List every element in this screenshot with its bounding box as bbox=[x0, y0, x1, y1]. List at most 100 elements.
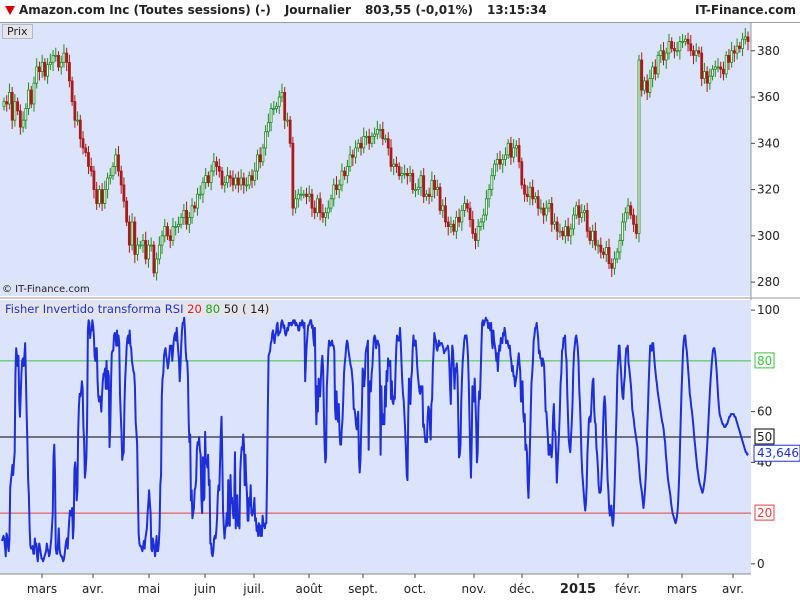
candle-body bbox=[283, 92, 287, 121]
candle-body bbox=[430, 179, 434, 197]
candle-body bbox=[84, 147, 88, 153]
candle-body bbox=[738, 45, 742, 49]
candle-body bbox=[487, 189, 491, 200]
candle-body bbox=[433, 179, 436, 190]
candle-body bbox=[743, 36, 747, 40]
candle-body bbox=[171, 226, 175, 241]
candle-body bbox=[607, 247, 611, 265]
candle-body bbox=[629, 205, 633, 216]
candle-body bbox=[730, 50, 734, 63]
candle-body bbox=[32, 82, 36, 105]
candle-body bbox=[555, 221, 559, 232]
x-tick-label: févr. bbox=[615, 582, 641, 596]
candle-body bbox=[359, 142, 363, 149]
candle-body bbox=[517, 145, 521, 163]
candle-body bbox=[100, 189, 104, 204]
candle-body bbox=[705, 71, 709, 84]
candle-body bbox=[272, 108, 276, 111]
candle-body bbox=[438, 186, 442, 211]
ind-y-tick-label: 0 bbox=[757, 557, 765, 571]
candle-body bbox=[13, 101, 17, 121]
candle-body bbox=[21, 119, 25, 128]
candle-body bbox=[157, 244, 161, 260]
watermark: © IT-Finance.com bbox=[2, 284, 90, 295]
candle-body bbox=[198, 193, 202, 196]
x-axis: mars avr. mai juin juil. août sept. oct. nov. déc… bbox=[0, 573, 751, 597]
candle-body bbox=[683, 38, 687, 42]
candle-body bbox=[343, 170, 347, 177]
candle-body bbox=[384, 138, 387, 141]
candle-body bbox=[708, 75, 712, 84]
candle-body bbox=[441, 205, 445, 211]
indicator-label[interactable]: Fisher Invertido transforma RSI 20 80 50… bbox=[2, 302, 273, 316]
candle-body bbox=[457, 216, 461, 223]
candle-body bbox=[449, 223, 453, 227]
candle-body bbox=[670, 41, 674, 49]
candle-body bbox=[673, 48, 676, 52]
candle-body bbox=[719, 66, 723, 70]
candle-body bbox=[310, 193, 314, 209]
indicator-param-low: 20 bbox=[187, 302, 202, 316]
candle-body bbox=[596, 244, 600, 247]
price-panel-label[interactable]: Prix bbox=[2, 24, 33, 39]
candle-body bbox=[602, 251, 605, 255]
candle-body bbox=[286, 119, 289, 122]
candle-body bbox=[152, 244, 156, 274]
candle-body bbox=[659, 50, 663, 56]
candle-body bbox=[664, 52, 668, 61]
chart-canvas: 280300320340360380 0406010020508043,646 … bbox=[0, 23, 800, 597]
level-tag-label-80: 80 bbox=[757, 354, 772, 368]
candle-body bbox=[185, 209, 188, 225]
candle-body bbox=[302, 193, 306, 196]
candle-body bbox=[648, 78, 652, 93]
candle-body bbox=[2, 101, 6, 107]
candle-body bbox=[76, 119, 79, 122]
candle-body bbox=[27, 89, 30, 110]
candle-body bbox=[566, 226, 570, 237]
candle-body bbox=[381, 129, 385, 140]
candle-body bbox=[97, 189, 101, 204]
candle-body bbox=[610, 263, 614, 269]
candle-body bbox=[245, 184, 248, 187]
candle-body bbox=[534, 196, 537, 200]
candle-body bbox=[318, 198, 322, 214]
candle-body bbox=[144, 240, 148, 260]
candle-body bbox=[713, 66, 717, 70]
candle-body bbox=[81, 138, 85, 149]
candle-body bbox=[378, 129, 382, 131]
candle-body bbox=[525, 193, 529, 197]
candle-body bbox=[275, 105, 278, 110]
candle-body bbox=[35, 66, 39, 84]
candle-body bbox=[435, 186, 439, 190]
candle-body bbox=[569, 228, 573, 237]
candle-body bbox=[452, 223, 456, 232]
candle-body bbox=[160, 235, 164, 246]
candle-body bbox=[258, 154, 262, 163]
candle-body bbox=[678, 41, 682, 52]
candle-body bbox=[419, 175, 423, 188]
candle-body bbox=[574, 205, 578, 216]
candle-body bbox=[536, 196, 540, 209]
candle-body bbox=[585, 209, 589, 232]
candle-body bbox=[370, 135, 374, 144]
candle-body bbox=[403, 172, 407, 175]
candle-body bbox=[163, 226, 167, 237]
candle-body bbox=[337, 184, 341, 190]
price-y-tick-label: 360 bbox=[757, 90, 780, 104]
candle-body bbox=[127, 221, 131, 246]
candle-body bbox=[106, 177, 109, 190]
candle-body bbox=[425, 193, 428, 197]
candle-body bbox=[234, 177, 238, 186]
candle-body bbox=[724, 54, 728, 75]
candle-body bbox=[520, 161, 524, 186]
candle-body bbox=[269, 108, 273, 123]
candle-body bbox=[351, 154, 355, 158]
candle-body bbox=[62, 52, 66, 63]
candle-body bbox=[405, 172, 409, 177]
candle-body bbox=[212, 161, 216, 172]
candle-body bbox=[465, 203, 469, 209]
candle-body bbox=[247, 175, 251, 186]
candle-body bbox=[261, 147, 265, 163]
candle-body bbox=[264, 131, 268, 149]
candle-body bbox=[697, 50, 701, 54]
